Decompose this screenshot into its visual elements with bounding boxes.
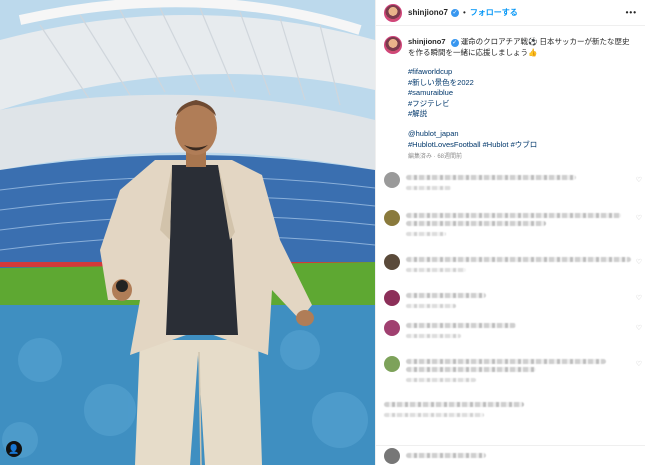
hashtag-link[interactable]: #samuraiblue	[408, 87, 635, 98]
comment-avatar[interactable]	[384, 290, 400, 306]
comment-item	[384, 396, 642, 424]
post-header: shinjiono7 ✓ • フォローする •••	[376, 0, 645, 26]
separator-dot: •	[463, 8, 466, 17]
comment-avatar[interactable]	[384, 254, 400, 270]
username-link[interactable]: shinjiono7	[408, 8, 448, 17]
mention-link[interactable]: @hublot_japan	[408, 128, 635, 139]
more-options-icon[interactable]: •••	[626, 8, 637, 17]
post-details-panel: shinjiono7 ✓ • フォローする ••• shinjiono7 ✓ 運…	[375, 0, 645, 465]
blurred-comment	[406, 254, 642, 272]
blurred-comment	[384, 396, 642, 417]
heart-icon[interactable]: ♡	[636, 294, 642, 302]
heart-icon[interactable]: ♡	[636, 214, 642, 222]
post-meta: 編集済み · 68週間前	[408, 153, 463, 160]
blurred-comment	[406, 453, 486, 458]
hashtag-link[interactable]: #解説	[408, 108, 635, 119]
comment-avatar[interactable]	[384, 320, 400, 336]
heart-icon[interactable]: ♡	[636, 324, 642, 332]
hashtag-link[interactable]: #新しい景色を2022	[408, 77, 635, 88]
user-tag-icon[interactable]: 👤	[6, 441, 22, 457]
post-caption: shinjiono7 ✓ 運命のクロアチア戦⚽ 日本サッカーが新たな歴史を作る瞬…	[376, 26, 645, 163]
avatar[interactable]	[384, 3, 402, 22]
comment-item: ♡	[384, 254, 642, 290]
hashtag-link[interactable]: #fifaworldcup	[408, 66, 635, 77]
verified-icon: ✓	[451, 8, 459, 17]
hashtag-link[interactable]: #フジテレビ	[408, 98, 635, 109]
blurred-comment	[406, 210, 642, 236]
post-photo[interactable]: 👤	[0, 0, 375, 465]
hashtag-line[interactable]: #HublotLovesFootball #Hublot #ウブロ	[408, 139, 635, 150]
comment-avatar[interactable]	[384, 447, 400, 464]
comment-avatar[interactable]	[384, 210, 400, 226]
blurred-comment	[406, 356, 642, 382]
mentions: @hublot_japan #HublotLovesFootball #Hubl…	[408, 128, 635, 150]
stadium-photo-illustration	[0, 0, 375, 465]
blurred-comment	[406, 172, 642, 190]
heart-icon[interactable]: ♡	[636, 258, 642, 266]
comment-avatar[interactable]	[384, 356, 400, 372]
blurred-comment	[406, 290, 642, 308]
caption-avatar[interactable]	[384, 36, 402, 54]
comment-avatar[interactable]	[384, 172, 400, 188]
comment-item: ♡	[384, 356, 642, 396]
caption-username[interactable]: shinjiono7	[408, 37, 446, 46]
comment-item: ♡	[384, 172, 642, 210]
comment-item: ♡	[384, 210, 642, 254]
heart-icon[interactable]: ♡	[636, 360, 642, 368]
hashtag-list: #fifaworldcup #新しい景色を2022 #samuraiblue #…	[408, 66, 635, 119]
comment-item: ♡	[384, 320, 642, 356]
heart-icon[interactable]: ♡	[636, 176, 642, 184]
verified-icon: ✓	[450, 39, 459, 47]
comment-item: ♡	[384, 290, 642, 320]
comment-list: ♡ ♡ ♡ ♡ ♡ ♡	[384, 172, 642, 424]
blurred-comment	[406, 320, 642, 338]
action-bar	[376, 445, 645, 465]
follow-button[interactable]: フォローする	[470, 7, 518, 18]
